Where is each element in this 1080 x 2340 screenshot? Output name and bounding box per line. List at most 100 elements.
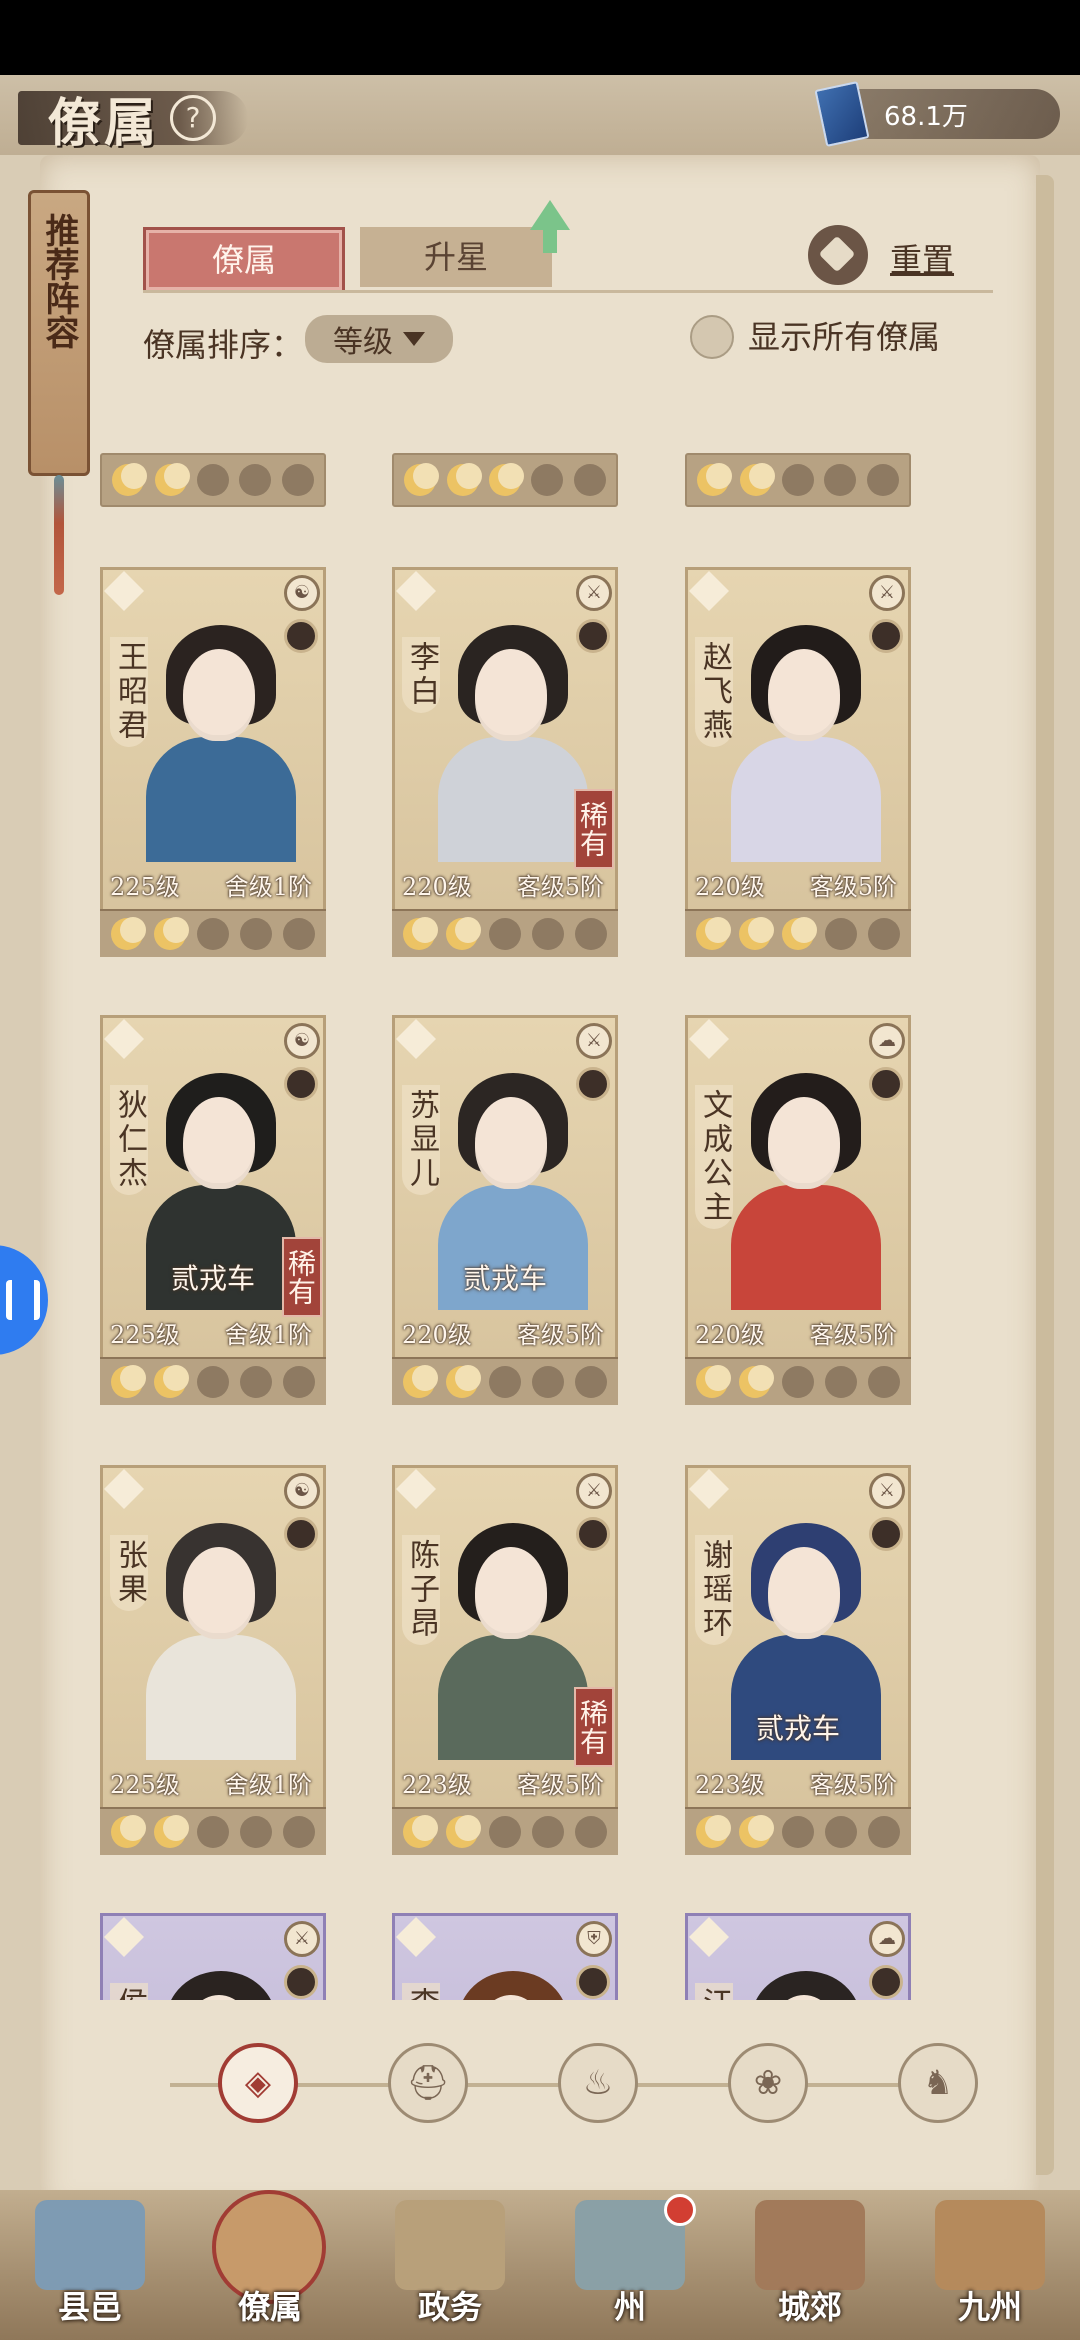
card-level: 225级 <box>110 1771 180 1799</box>
faction-icon: ☁ <box>869 1023 905 1059</box>
paired-avatar <box>869 1067 903 1101</box>
star-moon-icon <box>281 464 314 496</box>
subordinate-card[interactable]: ⚔ 赵飞燕 220级 客级5阶 <box>685 567 911 957</box>
character-face <box>183 1547 255 1639</box>
subordinate-card[interactable]: ☯ 张果 225级 舍级1阶 <box>100 1465 326 1855</box>
card-name: 李白 <box>402 637 440 713</box>
star-moon-icon <box>403 1365 438 1398</box>
all-diamond-icon[interactable]: ◈ <box>218 2043 298 2123</box>
star-moon-icon <box>868 918 900 950</box>
subordinate-card[interactable]: ⚔ 侯君集 <box>100 1913 326 2000</box>
tab-subordinates[interactable]: 僚属 <box>143 227 345 293</box>
rare-badge: 稀有 <box>574 789 614 869</box>
character-portrait-art <box>723 1965 883 2000</box>
faction-icon: ⚔ <box>576 1473 612 1509</box>
show-all-checkbox[interactable] <box>690 315 734 359</box>
gourd-icon[interactable]: ♨ <box>558 2043 638 2123</box>
nav-item-0[interactable]: 县邑 <box>10 2190 170 2340</box>
card-grade: 客级5阶 <box>516 1771 604 1799</box>
game-screen: 僚属 ? 68.1万 推荐阵容 僚属 升星 重置 僚属排序： 等级 显示所有僚属… <box>0 75 1080 2340</box>
reset-button[interactable]: 重置 <box>890 235 954 281</box>
rare-badge: 稀有 <box>574 1687 614 1767</box>
star-moon-icon <box>240 918 272 950</box>
star-moon-icon <box>283 1816 315 1848</box>
star-moon-icon <box>739 463 775 496</box>
helmet-icon[interactable]: ⛑ <box>388 2043 468 2123</box>
tab-upgrade-star[interactable]: 升星 <box>360 227 552 287</box>
subordinate-card[interactable]: ☁ 文成公主 220级 客级5阶 <box>685 1015 911 1405</box>
faction-icon: ⚔ <box>869 575 905 611</box>
upgrade-arrow-icon <box>530 200 570 230</box>
character-portrait-art <box>430 619 590 862</box>
card-star-moons <box>100 1807 326 1855</box>
character-face <box>183 1097 255 1189</box>
card-name: 狄仁杰 <box>110 1085 148 1195</box>
reset-icon[interactable] <box>808 225 868 285</box>
character-portrait-art <box>430 1965 590 2000</box>
star-moon-icon <box>489 1816 521 1848</box>
star-moon-icon <box>111 917 146 950</box>
subordinate-card[interactable]: ☯ 王昭君 225级 舍级1阶 <box>100 567 326 957</box>
star-moon-icon <box>825 1366 857 1398</box>
show-all-label: 显示所有僚属 <box>748 318 941 356</box>
star-moon-icon <box>111 1365 146 1398</box>
star-moon-icon <box>489 918 521 950</box>
star-moon-icon <box>696 1365 731 1398</box>
nav-item-2[interactable]: 政务 <box>370 2190 530 2340</box>
help-icon[interactable]: ? <box>170 95 217 141</box>
card-name: 赵飞燕 <box>695 637 733 747</box>
fan-icon[interactable]: ❀ <box>728 2043 808 2123</box>
lion-icon[interactable]: ♞ <box>898 2043 978 2123</box>
faction-icon: ⚔ <box>284 1921 320 1957</box>
star-moon-icon <box>696 1815 731 1848</box>
star-moon-icon <box>696 917 731 950</box>
nav-item-5[interactable]: 九州 <box>910 2190 1070 2340</box>
star-moon-icon <box>489 1366 521 1398</box>
faction-icon: ☯ <box>284 1023 320 1059</box>
card-level: 223级 <box>402 1771 472 1799</box>
paired-avatar <box>576 1965 610 1999</box>
star-moon-icon <box>111 1815 146 1848</box>
bottom-nav: 县邑 僚属 政务 州 城郊 九州 <box>0 2190 1080 2340</box>
subordinate-card[interactable]: ⛨ 李元霸 <box>392 1913 618 2000</box>
card-star-moons <box>392 1357 618 1405</box>
character-portrait-art <box>138 1965 298 2000</box>
subordinate-card[interactable]: ⚔ 谢瑶环 贰戎车 223级 客级5阶 <box>685 1465 911 1855</box>
paired-avatar <box>576 1067 610 1101</box>
nav-item-1[interactable]: 僚属 <box>190 2190 350 2340</box>
star-moon-icon <box>739 1365 774 1398</box>
nav-label: 县邑 <box>57 2288 122 2326</box>
subordinate-card[interactable]: ⚔ 李白 稀有 220级 客级5阶 <box>392 567 618 957</box>
subordinate-card[interactable]: ☁ 江采萍 <box>685 1913 911 2000</box>
card-level: 220级 <box>402 1321 472 1349</box>
star-moon-icon <box>531 464 564 496</box>
nav-item-3[interactable]: 州 <box>550 2190 710 2340</box>
character-robe <box>438 737 588 862</box>
card-name: 陈子昂 <box>402 1535 440 1645</box>
character-face <box>475 1547 547 1639</box>
subordinate-card[interactable]: ⚔ 苏显儿 贰戎车 220级 客级5阶 <box>392 1015 618 1405</box>
subordinate-list[interactable]: ☯ 王昭君 225级 舍级1阶 ⚔ 李白 稀有 220级 客级5阶 ⚔ 赵飞燕 220级 客级5阶 ☯ 狄仁… <box>100 375 980 2000</box>
star-moon-icon <box>154 463 190 496</box>
card-grade: 舍级1阶 <box>224 1771 312 1799</box>
star-moon-icon <box>575 918 607 950</box>
star-moon-icon <box>446 1365 481 1398</box>
card-level: 225级 <box>110 1321 180 1349</box>
star-moon-icon <box>240 1366 272 1398</box>
star-moon-icon <box>154 1815 189 1848</box>
recommend-lineup-button[interactable]: 推荐阵容 <box>28 190 90 476</box>
paired-avatar <box>284 1965 318 1999</box>
page-title: 僚属 <box>48 92 161 154</box>
nav-item-4[interactable]: 城郊 <box>730 2190 890 2340</box>
card-star-moons <box>392 909 618 957</box>
subordinate-card[interactable]: ☯ 狄仁杰 稀有 贰戎车 225级 舍级1阶 <box>100 1015 326 1405</box>
currency-display[interactable]: 68.1万 <box>814 81 1060 147</box>
character-face <box>183 649 255 741</box>
sort-dropdown[interactable]: 等级 <box>305 315 453 363</box>
card-skill-label: 贰戎车 <box>170 1262 255 1295</box>
page-edge-decoration <box>1036 175 1054 2175</box>
card-grade: 舍级1阶 <box>224 1321 312 1349</box>
card-grade: 客级5阶 <box>516 1321 604 1349</box>
subordinate-card[interactable]: ⚔ 陈子昂稀有 223级 客级5阶 <box>392 1465 618 1855</box>
character-face <box>475 1097 547 1189</box>
